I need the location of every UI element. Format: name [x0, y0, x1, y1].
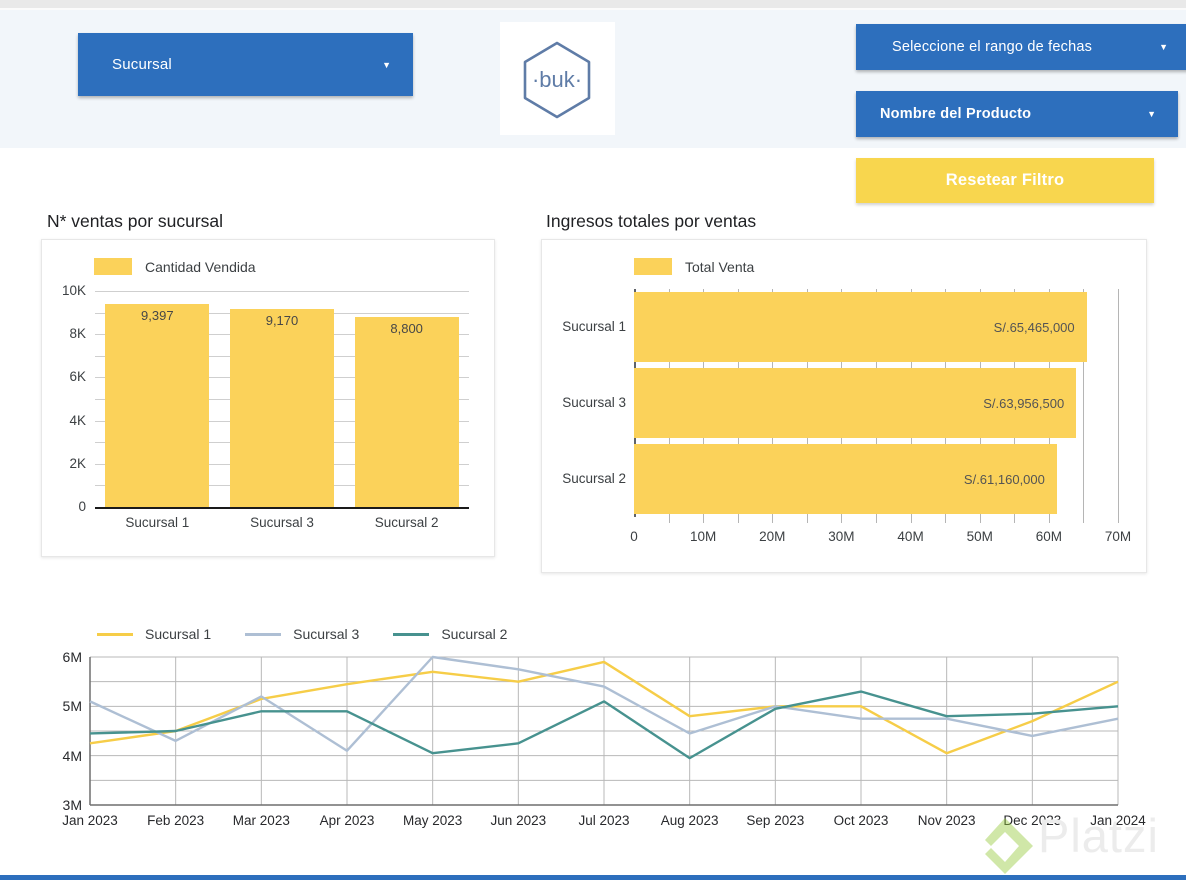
y-axis-tick-label: 4M — [62, 747, 82, 764]
legend-label: Sucursal 3 — [293, 626, 360, 642]
y-axis-tick-label: 4K — [69, 412, 86, 428]
x-axis-tick-label: 60M — [1035, 529, 1062, 544]
bar-value-label: 9,170 — [265, 312, 299, 328]
sucursal-filter-dropdown[interactable]: Sucursal ▼ — [78, 33, 413, 96]
buk-logo: ·buk· — [500, 22, 615, 135]
bar-value-label: S/.63,956,500 — [983, 395, 1065, 411]
x-axis-month-label: Sep 2023 — [746, 813, 805, 828]
bottom-accent-bar — [0, 875, 1186, 880]
date-range-filter-dropdown[interactable]: Seleccione el rango de fechas ▼ — [856, 24, 1186, 70]
y-axis-tick-label: 5M — [62, 698, 82, 715]
ingresos-totales-chart: Total Venta S/.65,465,000 Sucursal 1 S/.63… — [541, 239, 1147, 573]
x-axis-tick-label: 30M — [828, 529, 855, 544]
x-axis-line — [95, 507, 469, 509]
y-axis-category-label: Sucursal 3 — [562, 395, 626, 410]
x-axis-category-label: Sucursal 3 — [250, 515, 314, 530]
legend-item: Sucursal 1 — [97, 626, 211, 642]
bar-chart-title: N* ventas por sucursal — [47, 211, 224, 231]
bar-sucursal-1: 9,397 — [105, 304, 210, 507]
date-range-filter-label: Seleccione el rango de fechas — [892, 39, 1093, 55]
chart-legend: Cantidad Vendida — [94, 258, 256, 275]
x-axis-month-label: Jan 2023 — [62, 813, 118, 828]
y-axis-tick-label: 3M — [62, 797, 82, 813]
x-axis-category-label: Sucursal 2 — [374, 515, 439, 530]
x-axis-month-label: Jul 2023 — [578, 813, 630, 828]
x-axis-tick-label: 20M — [759, 529, 786, 544]
bar-value-label: 9,397 — [141, 308, 174, 324]
y-axis-category-label: Sucursal 2 — [562, 471, 626, 486]
line-swatch-sucursal-2 — [393, 632, 430, 636]
y-axis-tick-label: 10K — [61, 283, 86, 298]
legend-label: Cantidad Vendida — [145, 258, 256, 275]
product-filter-dropdown[interactable]: Nombre del Producto ▼ — [856, 91, 1178, 137]
legend-swatch — [94, 258, 132, 275]
y-axis-tick-label: 0 — [78, 499, 86, 514]
legend-swatch — [634, 258, 672, 275]
x-axis-month-label: Jun 2023 — [490, 813, 547, 828]
ventas-por-sucursal-chart: Cantidad Vendida 0 2K 4K 6K 8K 10K 9,397 Sucurs… — [41, 239, 495, 557]
x-axis-tick-label: 0 — [630, 529, 638, 544]
bar-sucursal-3: 9,170 — [230, 308, 334, 507]
x-axis-category-label: Sucursal 1 — [125, 515, 190, 530]
reset-filter-label: Resetear Filtro — [945, 171, 1065, 189]
reset-filter-button[interactable]: Resetear Filtro — [856, 158, 1154, 203]
chart-legend: Total Venta — [634, 258, 754, 275]
dashboard: Sucursal ▼ ·buk· Seleccione el rango de … — [0, 0, 1186, 880]
y-axis-tick-label: 2K — [69, 455, 86, 471]
line-swatch-sucursal-3 — [245, 632, 282, 636]
bar-value-label: S/.65,465,000 — [993, 319, 1075, 335]
chevron-down-icon: ▼ — [1159, 42, 1168, 52]
monthly-sales-line-chart — [89, 655, 1119, 806]
y-axis-category-label: Sucursal 1 — [562, 319, 626, 334]
hbar-chart-title: Ingresos totales por ventas — [546, 211, 757, 231]
bar-sucursal-1: S/.65,465,000 — [634, 292, 1087, 362]
platzi-logo-icon — [976, 817, 1034, 880]
bar-value-label: 8,800 — [390, 320, 423, 336]
top-window-strip — [0, 0, 1186, 10]
chevron-down-icon: ▼ — [1147, 109, 1156, 119]
line-swatch-sucursal-1 — [97, 632, 133, 636]
x-axis-month-label: Mar 2023 — [232, 813, 290, 828]
x-axis-tick-label: 50M — [966, 529, 993, 544]
y-axis-tick-label: 6K — [69, 369, 86, 385]
legend-label: Total Venta — [685, 258, 755, 275]
y-axis-tick-label: 6M — [62, 649, 82, 665]
legend-item: Sucursal 3 — [245, 626, 359, 642]
line-chart-legend: Sucursal 1 Sucursal 3 Sucursal 2 — [97, 626, 507, 642]
bar-sucursal-3: S/.63,956,500 — [634, 368, 1077, 438]
x-axis-tick-label: 70M — [1104, 529, 1132, 544]
x-axis-tick-label: 40M — [897, 529, 924, 544]
x-axis-month-label: Apr 2023 — [319, 813, 375, 828]
buk-logo-text: ·buk· — [532, 67, 582, 92]
x-axis-month-label: May 2023 — [403, 813, 463, 828]
bar-value-label: S/.61,160,000 — [963, 471, 1045, 487]
legend-label: Sucursal 2 — [441, 626, 508, 642]
chevron-down-icon: ▼ — [382, 59, 391, 70]
x-axis-month-label: Feb 2023 — [147, 813, 205, 828]
legend-label: Sucursal 1 — [145, 626, 212, 642]
x-axis-month-label: Aug 2023 — [660, 813, 719, 828]
legend-item: Sucursal 2 — [393, 626, 507, 642]
product-filter-label: Nombre del Producto — [880, 106, 1032, 122]
buk-hexagon-icon: ·buk· — [523, 41, 591, 119]
bar-sucursal-2: S/.61,160,000 — [634, 444, 1057, 514]
sucursal-filter-label: Sucursal — [112, 56, 172, 73]
platzi-watermark-text: Platzi — [1038, 809, 1159, 862]
y-axis-tick-label: 8K — [69, 326, 86, 342]
x-axis-tick-label: 10M — [690, 529, 717, 544]
bar-sucursal-2: 8,800 — [354, 316, 459, 507]
line-chart-svg — [89, 655, 1119, 806]
grid-line — [95, 291, 469, 292]
grid-line — [1118, 289, 1119, 523]
x-axis-month-label: Oct 2023 — [833, 813, 889, 828]
